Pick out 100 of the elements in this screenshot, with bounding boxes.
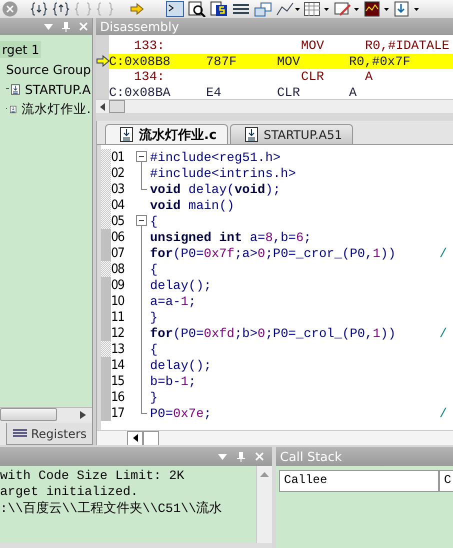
code-line: { — [150, 262, 159, 276]
editor-tab[interactable]: 流水灯作业.c — [105, 124, 228, 144]
code-line: { — [150, 214, 159, 228]
code-line: void delay(void); — [150, 182, 282, 196]
code-line: delay(); — [150, 278, 212, 292]
table-icon — [13, 428, 27, 438]
panel-title: Call Stack — [276, 447, 453, 466]
code-line: void main() — [150, 198, 236, 212]
tree-item[interactable]: STARTUP.A — [22, 80, 93, 98]
output-line: arget initialized. — [0, 484, 140, 500]
pin-icon[interactable] — [237, 452, 245, 462]
line-number: 08 — [111, 262, 126, 276]
opcode: E4 — [206, 84, 222, 99]
code-line: unsigned int a=8,b=6; — [150, 230, 312, 244]
code-comment: / — [439, 406, 448, 420]
logic-analyzer-icon[interactable] — [364, 1, 390, 17]
notes-icon[interactable] — [334, 1, 360, 17]
code-line: for(P0=0x7f;a>0;P0=_cror_(P0,1)) — [150, 246, 397, 260]
instruction-mnemonic: MOV — [301, 38, 326, 54]
current-line-arrow-icon — [96, 54, 110, 66]
code-line: } — [150, 310, 159, 324]
code-line: #include<reg51.h> — [150, 150, 282, 164]
line-number: 11 — [111, 310, 125, 324]
disassembly-row[interactable]: C:0x08BA E4 CLR A — [96, 84, 453, 99]
magnifier-icon[interactable] — [188, 1, 206, 17]
line-number: 13 — [111, 342, 125, 356]
line-number: 03 — [111, 182, 125, 196]
code-line: delay(); — [150, 358, 212, 372]
instruction-address: C:0x08B8 — [109, 54, 172, 69]
instruction-address: C:0x08BA — [109, 84, 172, 99]
column-header[interactable]: Callee — [279, 470, 439, 492]
close-icon[interactable] — [255, 452, 264, 461]
tree-item[interactable]: Source Group — [4, 60, 93, 78]
line-number: 17 — [111, 406, 125, 420]
column-header[interactable]: C — [439, 470, 453, 492]
line-number: 04 — [111, 198, 126, 212]
line-number: 09 — [111, 278, 126, 292]
source-line-number: 133: — [134, 38, 166, 54]
disassembly-row[interactable]: 133: MOV R0,#IDATALE — [96, 38, 453, 54]
pin-icon[interactable] — [62, 22, 70, 32]
instruction-operand: R0,#IDATALE — [365, 38, 450, 54]
line-number: 05 — [111, 214, 125, 228]
line-number: 16 — [111, 390, 126, 404]
line-number: 14 — [111, 358, 126, 372]
instruction-operand: R0,#0x7F — [349, 54, 410, 69]
fold-toggle-icon[interactable] — [136, 213, 147, 229]
disassembly-row[interactable]: C:0x08B8 787F MOV R0,#0x7F — [96, 54, 453, 69]
instruction-operand: A — [349, 84, 357, 99]
line-number: 02 — [111, 166, 125, 180]
line-number: 10 — [111, 294, 126, 308]
braces-icon[interactable] — [30, 2, 48, 16]
fold-toggle-icon[interactable] — [136, 149, 147, 165]
scroll-bar[interactable] — [97, 430, 453, 445]
scroll-bar[interactable] — [0, 407, 94, 421]
code-line: b=b-1; — [150, 374, 198, 388]
code-comment: / — [439, 246, 448, 260]
code-line: P0=0x7e; — [150, 406, 212, 420]
tree-line — [6, 88, 8, 90]
output-line: :\\百度云\\工程文件夹\\C51\\流水 — [0, 500, 224, 516]
line-number: 01 — [111, 150, 125, 164]
line-number: 15 — [111, 374, 125, 388]
code-line: for(P0=0xfd;b>0;P0=_crol_(P0,1)) — [150, 326, 397, 340]
line-number: 06 — [111, 230, 126, 244]
command-window-icon[interactable] — [166, 1, 184, 17]
chart-icon[interactable] — [276, 1, 300, 17]
instruction-mnemonic: CLR — [277, 84, 302, 99]
file-icon — [244, 127, 258, 142]
close-icon[interactable] — [78, 22, 88, 31]
instruction-mnemonic: MOV — [277, 54, 302, 69]
close-icon[interactable] — [2, 1, 18, 17]
instruction-mnemonic: CLR — [301, 69, 326, 84]
code-line: #include<intrins.h> — [150, 166, 297, 180]
scroll-bar[interactable] — [96, 99, 453, 113]
code-comment: / — [439, 326, 448, 340]
grid-icon[interactable] — [304, 1, 330, 17]
scroll-bar[interactable] — [256, 466, 272, 543]
line-number: 12 — [111, 326, 125, 340]
file-icon — [11, 82, 20, 96]
source-line-number: 134: — [134, 69, 166, 84]
file-icon — [120, 127, 133, 142]
symbol-icon[interactable] — [210, 1, 228, 17]
output-line: with Code Size Limit: 2K — [0, 468, 186, 484]
dropdown-icon[interactable] — [44, 24, 53, 30]
instruction-operand: A — [365, 69, 373, 84]
tree-item[interactable]: rget 1 — [0, 40, 42, 58]
braces-icon[interactable] — [52, 2, 70, 16]
code-line: { — [150, 342, 159, 356]
editor-tab[interactable]: STARTUP.A51 — [230, 124, 354, 144]
download-icon[interactable] — [394, 1, 420, 17]
panel-title: Disassembly — [96, 18, 453, 35]
dropdown-icon[interactable] — [218, 454, 227, 460]
disassembly-row[interactable]: 134: CLR A — [96, 69, 453, 84]
code-line: a=a-1; — [150, 294, 198, 308]
arrow-icon[interactable] — [130, 3, 144, 15]
list-icon[interactable] — [232, 1, 250, 17]
opcode: 787F — [206, 54, 238, 69]
tree-item[interactable]: 流水灯作业. — [20, 100, 93, 118]
windows-icon[interactable] — [254, 1, 272, 17]
panel-tab[interactable]: Registers — [6, 423, 94, 445]
line-number: 07 — [111, 246, 125, 260]
